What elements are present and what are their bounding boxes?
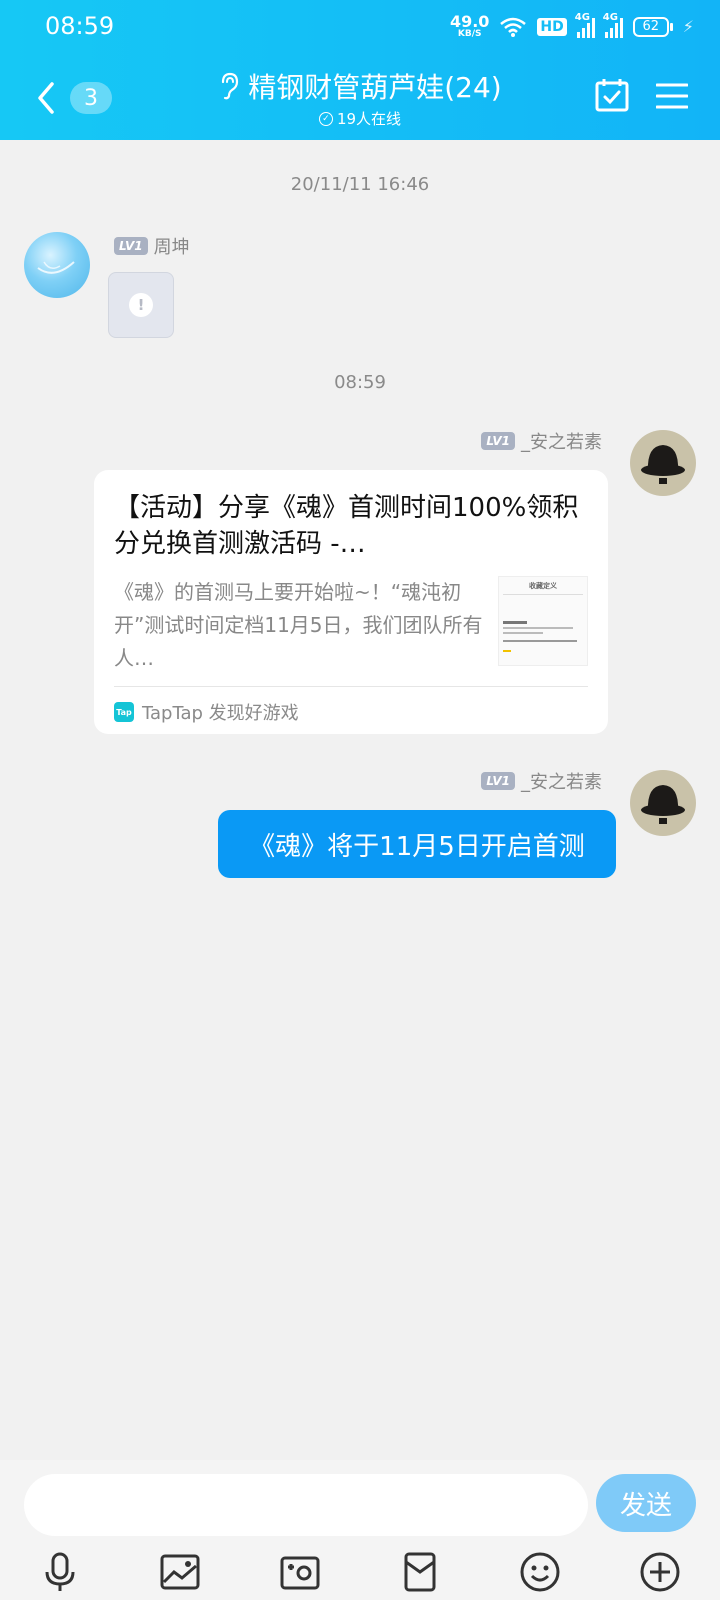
chat-header: 3 精钢财管葫芦娃(24) ✓ 19人在线 <box>0 62 720 134</box>
red-packet-icon[interactable] <box>398 1550 442 1594</box>
signal-icon: 4G <box>575 12 595 38</box>
link-share-card[interactable]: 【活动】分享《魂》首测时间100%领积分兑换首测激活码 -… 《魂》的首测马上要… <box>94 470 608 734</box>
status-time: 08:59 <box>45 12 115 40</box>
status-bar: 08:59 49.0 KB/S HD 4G 4G 62 ⚡ <box>0 0 720 56</box>
status-icons: 49.0 KB/S HD 4G 4G 62 ⚡ <box>449 12 694 39</box>
card-description: 《魂》的首测马上要开始啦~！“魂沌初开”测试时间定档11月5日，我们团队所有人… <box>114 580 483 670</box>
net-speed: 49.0 KB/S <box>449 12 490 39</box>
wifi-icon <box>500 17 527 37</box>
alert-icon: ! <box>129 293 153 317</box>
message-bubble[interactable]: 《魂》将于11月5日开启首测 <box>218 810 616 878</box>
sender-line: LV1 周坤 <box>114 233 190 259</box>
level-badge: LV1 <box>481 772 515 790</box>
send-button[interactable]: 发送 <box>596 1474 696 1532</box>
source-label: TapTap 发现好游戏 <box>142 703 299 724</box>
check-circle-icon: ✓ <box>318 111 333 126</box>
top-bar: 08:59 49.0 KB/S HD 4G 4G 62 ⚡ 3 精钢财管葫芦娃(… <box>0 0 720 140</box>
failed-image-message[interactable]: ! <box>108 272 174 338</box>
level-badge: LV1 <box>481 432 515 450</box>
image-icon[interactable] <box>158 1550 202 1594</box>
card-body: 《魂》的首测马上要开始啦~！“魂沌初开”测试时间定档11月5日，我们团队所有人…… <box>114 576 588 675</box>
avatar[interactable] <box>630 770 696 836</box>
group-title: 精钢财管葫芦娃(24) <box>248 71 502 104</box>
emoji-icon[interactable] <box>518 1550 562 1594</box>
sender-name[interactable]: _安之若素 <box>521 768 602 794</box>
signal-icon: 4G <box>603 12 623 38</box>
composer: 发送 <box>0 1460 720 1600</box>
sender-name[interactable]: _安之若素 <box>521 428 602 454</box>
battery-icon: 62 <box>632 16 673 37</box>
charging-icon: ⚡ <box>682 17 694 36</box>
sky-avatar-icon <box>37 261 75 274</box>
bowler-hat-icon <box>641 785 685 824</box>
avatar[interactable] <box>630 430 696 496</box>
composer-toolbar <box>0 1550 720 1600</box>
taptap-logo-icon: Tap <box>114 702 134 722</box>
sender-line: LV1 _安之若素 <box>481 428 602 454</box>
bowler-hat-icon <box>641 445 685 484</box>
card-thumbnail: 收藏定义 <box>498 576 588 666</box>
camera-icon[interactable] <box>278 1550 322 1594</box>
chat-timestamp: 08:59 <box>334 372 386 393</box>
hd-icon: HD <box>537 17 567 36</box>
card-title: 【活动】分享《魂》首测时间100%领积分兑换首测激活码 -… <box>114 493 579 559</box>
chat-timestamp: 20/11/11 16:46 <box>290 174 430 195</box>
sender-line: LV1 _安之若素 <box>481 768 602 794</box>
calendar-check-icon[interactable] <box>595 78 629 112</box>
message-input[interactable] <box>24 1474 588 1536</box>
avatar[interactable] <box>24 232 90 298</box>
menu-icon[interactable] <box>656 82 688 110</box>
level-badge: LV1 <box>114 237 148 255</box>
sender-name[interactable]: 周坤 <box>154 233 190 259</box>
card-source: Tap TapTap 发现好游戏 <box>114 686 588 725</box>
plus-circle-icon[interactable] <box>638 1550 682 1594</box>
ear-icon <box>222 72 239 100</box>
microphone-icon[interactable] <box>38 1550 82 1594</box>
thumbnail-title: 收藏定义 <box>503 581 583 595</box>
